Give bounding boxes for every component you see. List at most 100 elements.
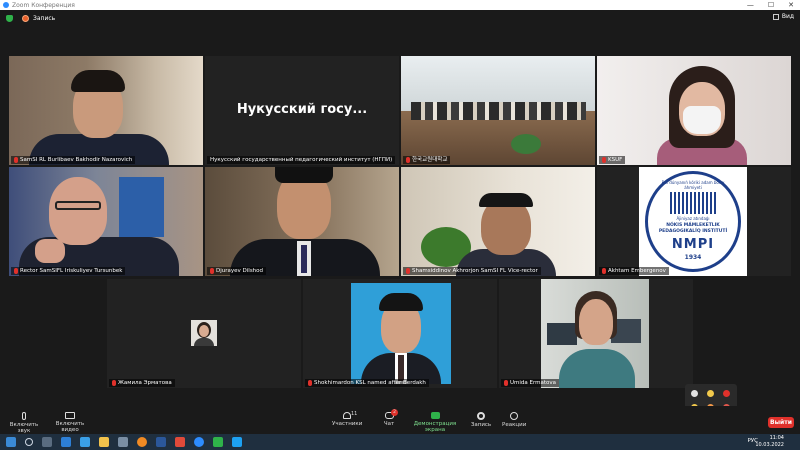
participant-name: Rector SamSIFL Iriskuliyev Tursunbek	[11, 267, 126, 275]
meeting-top-bar: Запись Вид	[0, 10, 800, 26]
firefox-icon[interactable]	[137, 437, 147, 447]
video-tile[interactable]: Жамила Эрматова	[107, 279, 301, 388]
grid-icon	[772, 13, 779, 20]
mic-muted-icon	[112, 380, 116, 386]
reactions-button[interactable]: Реакции	[502, 412, 526, 428]
mic-muted-icon	[308, 380, 312, 386]
participant-name: 한국교원대학교	[403, 156, 451, 164]
task-view-icon[interactable]	[42, 437, 52, 447]
participants-icon	[343, 412, 351, 419]
face-mask-shape	[683, 106, 721, 134]
logo-year: 1934	[684, 254, 702, 261]
zoom-taskbar-icon[interactable]	[194, 437, 204, 447]
smiley-icon	[510, 412, 518, 420]
video-camera-off-icon	[65, 412, 75, 419]
word-icon[interactable]	[156, 437, 166, 447]
zoom-logo-icon	[3, 2, 9, 8]
record-icon	[477, 412, 485, 420]
heart-icon[interactable]	[723, 390, 730, 397]
title-bar: Zoom Конференция — ☐ ✕	[0, 0, 800, 10]
video-tile[interactable]: Umida Ermatova	[499, 279, 693, 388]
tile-display-name: Нукусский госу...	[236, 102, 368, 117]
participant-name: Djurayev Dilshod	[207, 267, 267, 275]
video-tile[interactable]: Rector SamSIFL Iriskuliyev Tursunbek	[9, 167, 203, 276]
participant-name: Akhtam Embergenov	[599, 267, 669, 275]
minimize-icon[interactable]: —	[747, 1, 754, 9]
powerpoint-icon[interactable]	[175, 437, 185, 447]
flowers-shape	[511, 134, 541, 154]
video-tile[interactable]: Shokhimardon KSL named after Berdakh	[303, 279, 497, 388]
room-background	[541, 279, 649, 388]
telegram-icon[interactable]	[232, 437, 242, 447]
start-icon[interactable]	[6, 437, 16, 447]
participants-button[interactable]: Участники 11	[332, 411, 362, 427]
video-tile[interactable]: Djurayev Dilshod	[205, 167, 399, 276]
hair-shape	[275, 167, 333, 183]
mic-muted-icon	[14, 157, 18, 163]
institute-logo: Bul dúnyanıń kóriki adam bolıw áhmiyeti …	[645, 171, 741, 272]
video-tile[interactable]: Нукусский госу... Нукусский государствен…	[205, 56, 399, 165]
view-label: Вид	[781, 13, 794, 20]
face-shape	[579, 299, 613, 345]
tie-shape	[398, 355, 404, 381]
close-icon[interactable]: ✕	[788, 1, 794, 9]
hair-shape	[479, 193, 533, 207]
face-shape	[49, 177, 107, 245]
video-tile[interactable]: SamSI RL Burlibaev Bakhodir Nazarovich	[9, 56, 203, 165]
folder-icon[interactable]	[99, 437, 109, 447]
photo-background	[351, 283, 451, 384]
participant-name: Нукусский государственный педагогический…	[207, 156, 396, 164]
avatar	[191, 320, 217, 346]
mic-muted-icon	[504, 380, 508, 386]
monitor-shape	[547, 323, 577, 345]
participant-name: SamSI RL Burlibaev Bakhodir Nazarovich	[11, 156, 136, 164]
video-tile[interactable]: Shamsiddinov Akhrorjon SamSI FL Vice-rec…	[401, 167, 595, 276]
participant-name: Shamsiddinov Akhrorjon SamSI FL Vice-rec…	[403, 267, 541, 275]
app-icon[interactable]	[118, 437, 128, 447]
taskbar-clock[interactable]: 11:04 10.03.2022	[755, 435, 784, 449]
clock-time: 11:04	[769, 435, 784, 441]
people-row	[411, 102, 586, 120]
clap-icon[interactable]	[691, 390, 698, 397]
clock-date: 10.03.2022	[755, 442, 784, 448]
logo-line2: PEDAGOGIKALÍQ INSTITUTÍ	[658, 229, 728, 234]
unmute-button[interactable]: Включить звук	[4, 412, 44, 434]
hair-shape	[379, 293, 423, 311]
face-shape	[199, 325, 209, 337]
mic-muted-icon	[210, 268, 214, 274]
share-screen-button[interactable]: Демонстрация экрана	[408, 412, 462, 433]
window-controls: — ☐ ✕	[747, 0, 794, 10]
logo-top-text: Bul dúnyanıń kóriki adam bolıw áhmiyeti	[661, 180, 725, 190]
logo-mid-text: Ájiniyaz atındaǵı	[676, 216, 710, 221]
mic-muted-icon	[602, 157, 606, 163]
hand-shape	[35, 239, 65, 263]
shirt-shape	[194, 338, 214, 346]
mic-muted-icon	[406, 157, 410, 163]
logo-abbr: NMPI	[671, 237, 715, 252]
video-tile[interactable]: Bul dúnyanıń kóriki adam bolıw áhmiyeti …	[597, 167, 791, 276]
microphone-icon	[22, 412, 26, 420]
thumbs-up-icon[interactable]	[707, 390, 714, 397]
logo-background: Bul dúnyanıń kóriki adam bolıw áhmiyeti …	[639, 167, 747, 276]
participant-name: KSUF	[599, 156, 626, 164]
logo-line1: NÓKIS MÁMLEKETLIK	[666, 223, 720, 228]
record-button[interactable]: Запись	[470, 412, 492, 428]
search-icon[interactable]	[25, 438, 33, 446]
recording-icon[interactable]	[22, 14, 29, 22]
maximize-icon[interactable]: ☐	[768, 1, 774, 9]
video-tile[interactable]: KSUF	[597, 56, 791, 165]
glasses-shape	[55, 201, 101, 210]
participant-name: Umida Ermatova	[501, 379, 560, 387]
video-tile-active-speaker[interactable]: 한국교원대학교	[401, 56, 595, 165]
leave-button[interactable]: Выйти	[768, 417, 794, 428]
whatsapp-icon[interactable]	[213, 437, 223, 447]
view-button[interactable]: Вид	[772, 13, 794, 20]
chat-badge: 2	[391, 409, 398, 416]
chat-button[interactable]: Чат 2	[380, 409, 398, 427]
edge-icon[interactable]	[61, 437, 71, 447]
shield-icon[interactable]	[6, 14, 13, 22]
start-video-button[interactable]: Включить видео	[48, 412, 92, 433]
store-icon[interactable]	[80, 437, 90, 447]
building-icon	[670, 192, 716, 214]
meeting-toolbar: Включить звук Включить видео Участники 1…	[0, 406, 800, 434]
